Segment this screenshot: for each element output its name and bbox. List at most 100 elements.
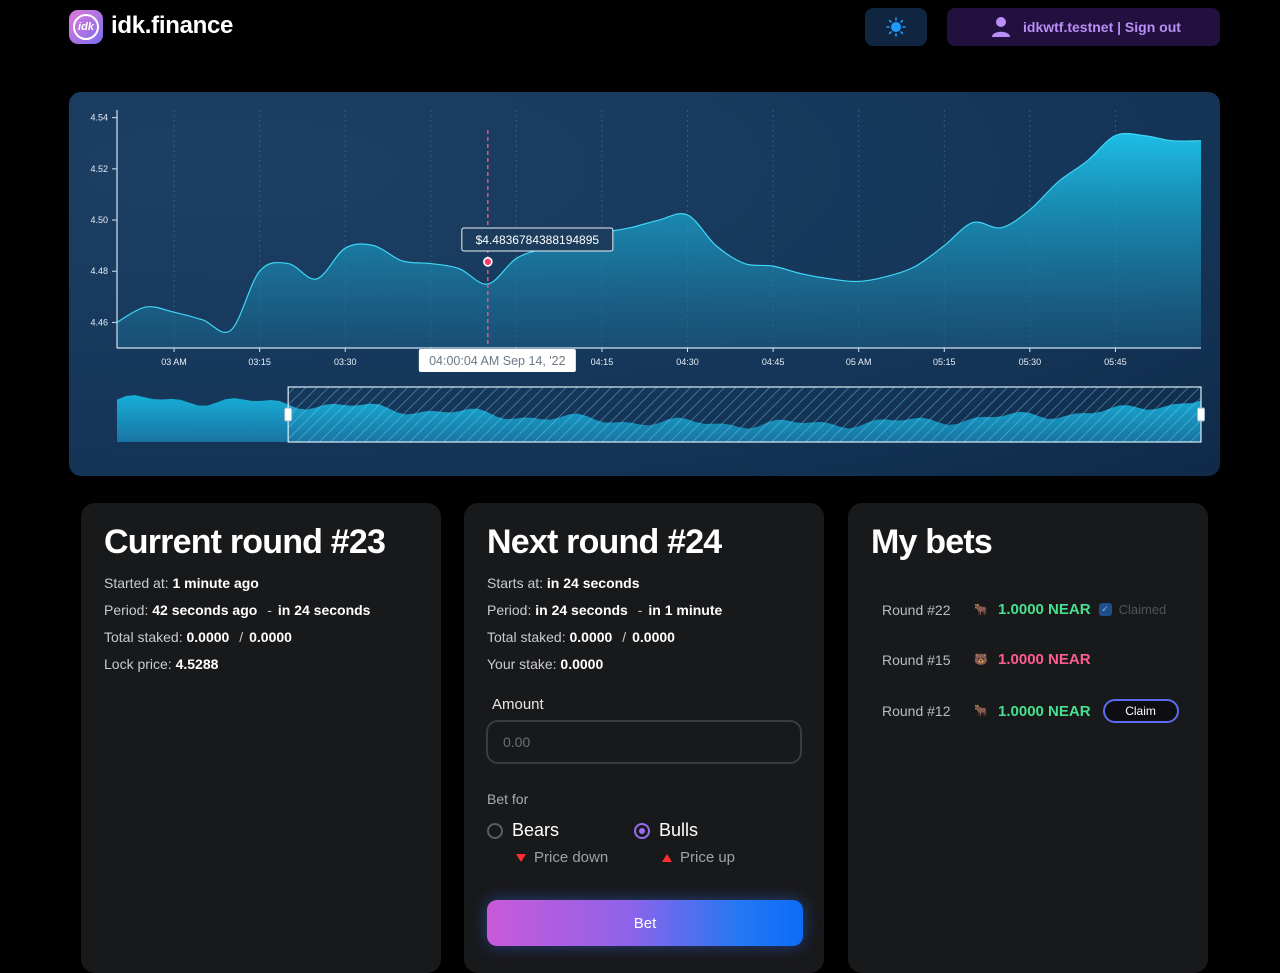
x-tick-label: 04:30 [676,357,699,367]
bet-amount: 1.0000 NEAR [998,601,1091,618]
check-icon: ✓ [1098,603,1112,616]
x-tick-label: 04:45 [762,357,785,367]
staked-bears: 0.0000 [569,629,613,645]
period-separator: - [267,602,272,618]
x-tick-label: 05:45 [1104,357,1127,367]
staked-bears: 0.0000 [186,629,230,645]
y-tick-label: 4.52 [90,164,108,174]
up-triangle-icon [662,853,672,862]
lock-price-label: Lock price: [104,656,172,672]
current-period-row: Period: 42 seconds ago - in 24 seconds [104,602,370,618]
claim-button[interactable]: Claim [1102,699,1179,723]
x-tick-label: 05:30 [1019,357,1042,367]
x-tick-label: 04:15 [591,357,614,367]
period-from: 42 seconds ago [152,602,258,618]
bet-amount: 1.0000 NEAR [998,702,1091,720]
bet-row-12: Round #12 🐂 1.0000 NEAR Claim [882,699,1179,723]
staked-label: Total staked: [487,629,566,645]
logo[interactable]: idk [69,10,103,44]
claimed-text: Claimed [1118,602,1167,617]
staked-separator: / [622,629,627,645]
current-staked-row: Total staked: 0.0000 / 0.0000 [104,629,292,645]
starts-label: Starts at: [487,575,544,591]
your-stake-label: Your stake: [487,656,557,672]
down-triangle-icon [516,853,526,862]
staked-separator: / [239,629,244,645]
bet-button[interactable]: Bet [487,900,803,946]
price-chart[interactable]: 03 AM03:1503:3003:4504:0004:1504:3004:45… [69,92,1220,476]
chart-navigator[interactable] [117,386,1205,443]
current-round-title: Current round #23 [104,523,386,561]
navigator-window [287,386,1202,443]
period-label: Period: [104,602,149,618]
x-tick-label: 05 AM [846,357,872,367]
bull-icon: 🐂 [974,603,988,616]
next-round-card: Next round #24 Starts at: in 24 seconds … [464,503,824,973]
bet-round: Round #15 [882,651,951,668]
current-started-row: Started at: 1 minute ago [104,575,259,591]
price-chart-svg: 03 AM03:1503:3003:4504:0004:1504:3004:45… [90,110,1205,443]
amount-label: Amount [492,696,544,713]
user-icon [992,17,1010,37]
value-tooltip-text: $4.4836784388194895 [476,233,600,247]
x-tick-label: 03 AM [161,357,187,367]
user-label: idkwtf.testnet | Sign out [1023,19,1181,35]
bet-round: Round #12 [882,703,951,719]
lock-price-value: 4.5288 [175,656,219,672]
bet-amount: 1.0000 NEAR [998,651,1091,668]
bulls-hint-text: Price up [680,849,736,866]
bet-for-label: Bet for [487,791,529,807]
next-staked-row: Total staked: 0.0000 / 0.0000 [487,629,675,645]
crosshair-point [483,257,493,267]
theme-toggle-button[interactable] [865,8,927,46]
my-bets-card: My bets Round #22 🐂 1.0000 NEAR ✓ Claime… [848,503,1208,973]
starts-value: in 24 seconds [546,575,640,591]
header: idk idk.finance idkwtf.testnet | Sign ou… [0,0,1280,60]
sun-icon [886,17,906,37]
period-label: Period: [487,602,532,618]
logo-mark: idk [73,14,99,40]
user-signout-button[interactable]: idkwtf.testnet | Sign out [947,8,1220,46]
bet-row-15: Round #15 🐻 1.0000 NEAR [882,651,1091,668]
price-area [117,133,1201,348]
your-stake-value: 0.0000 [560,656,604,672]
x-tick-label: 03:15 [248,357,271,367]
y-tick-label: 4.48 [90,266,108,276]
navigator-left-handle[interactable] [284,407,293,422]
bears-label: Bears [512,820,560,840]
bet-round: Round #22 [882,601,951,618]
bulls-hint: Price up [662,849,735,866]
bull-icon: 🐂 [974,705,988,717]
navigator-right-handle[interactable] [1197,407,1205,422]
brand-name[interactable]: idk.finance [111,12,233,40]
time-tooltip-text: 04:00:04 AM Sep 14, '22 [429,354,566,368]
bulls-label: Bulls [659,820,699,840]
started-label: Started at: [104,575,169,591]
bulls-radio[interactable]: Bulls [634,820,698,841]
started-value: 1 minute ago [172,575,259,591]
period-from: in 24 seconds [535,602,628,618]
period-to: in 1 minute [648,602,723,618]
my-bets-title: My bets [871,523,993,561]
bears-hint-text: Price down [534,849,609,866]
bears-hint: Price down [516,849,608,866]
y-tick-label: 4.50 [90,215,108,225]
y-tick-label: 4.46 [90,317,108,327]
amount-input[interactable] [486,720,802,764]
bulls-radio-circle[interactable] [634,822,650,839]
staked-bulls: 0.0000 [249,629,292,645]
bet-row-22: Round #22 🐂 1.0000 NEAR ✓ Claimed [882,601,1166,618]
next-starts-row: Starts at: in 24 seconds [487,575,640,591]
bears-radio[interactable]: Bears [487,820,559,841]
staked-label: Total staked: [104,629,183,645]
x-tick-label: 03:30 [334,357,357,367]
bears-radio-circle[interactable] [487,822,503,839]
bear-icon: 🐻 [974,653,988,666]
claimed-status: ✓ Claimed [1098,602,1167,617]
period-to: in 24 seconds [277,602,371,618]
period-separator: - [637,602,643,618]
x-tick-label: 05:15 [933,357,956,367]
current-round-card: Current round #23 Started at: 1 minute a… [81,503,441,973]
y-tick-label: 4.54 [90,113,108,123]
staked-bulls: 0.0000 [632,629,675,645]
